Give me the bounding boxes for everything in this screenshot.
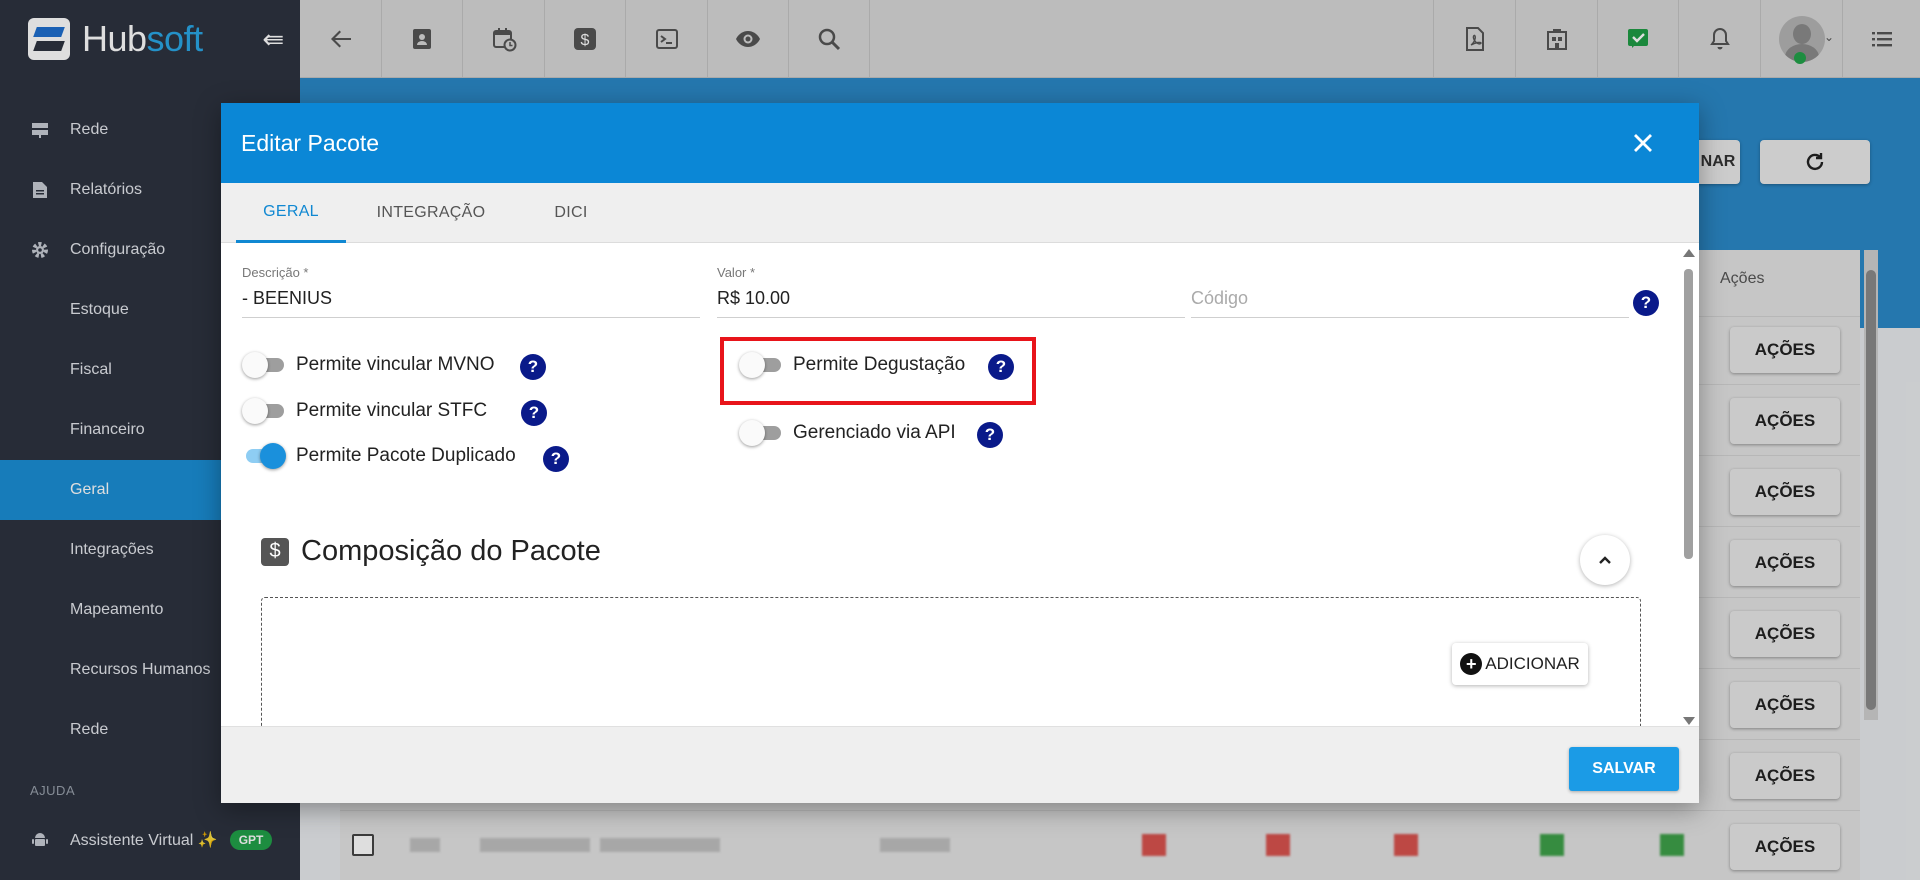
codigo-help-icon[interactable]: ? xyxy=(1633,290,1659,316)
dialog-scrollbar-thumb[interactable] xyxy=(1684,269,1693,559)
valor-label: Valor * xyxy=(717,265,756,280)
valor-value: R$ 10.00 xyxy=(717,288,791,308)
descricao-underline xyxy=(242,317,700,318)
annotation-highlight-box xyxy=(720,337,1036,405)
dialog-body: Descrição * - BEENIUS Valor * R$ 10.00 .… xyxy=(221,243,1699,726)
tab-dici[interactable]: DICI xyxy=(516,183,626,243)
edit-package-dialog: Editar Pacote GERAL INTEGRAÇÃO DICI Desc… xyxy=(221,103,1699,803)
composition-dropzone xyxy=(261,597,1641,726)
close-button[interactable] xyxy=(1627,127,1659,159)
add-item-button[interactable]: + ADICIONAR xyxy=(1452,643,1588,685)
toggle-permite-vincular-mvno[interactable]: Permite vincular MVNO xyxy=(242,351,495,379)
valor-underline xyxy=(717,317,1185,318)
stfc-label: Permite vincular STFC xyxy=(296,400,488,421)
tab-geral[interactable]: GERAL xyxy=(236,183,346,243)
stfc-switch[interactable] xyxy=(242,397,284,425)
duplicado-help-icon[interactable]: ? xyxy=(543,446,569,472)
collapse-section-button[interactable] xyxy=(1580,535,1630,585)
scroll-down-arrow-icon[interactable] xyxy=(1683,717,1695,725)
dialog-footer: SALVAR xyxy=(221,726,1699,803)
codigo-placeholder: Código xyxy=(1191,288,1249,308)
duplicado-label: Permite Pacote Duplicado xyxy=(296,445,516,466)
tab-integracao[interactable]: INTEGRAÇÃO xyxy=(346,183,516,243)
section-title: Composição do Pacote xyxy=(301,535,601,567)
api-label: Gerenciado via API xyxy=(793,422,956,443)
mvno-switch[interactable] xyxy=(242,351,284,379)
descricao-value: - BEENIUS xyxy=(242,288,333,308)
descricao-field[interactable]: Descrição * - BEENIUS xyxy=(242,265,700,318)
dollar-icon: $ xyxy=(261,537,289,566)
dialog-scrollbar[interactable] xyxy=(1682,249,1696,725)
save-button[interactable]: SALVAR xyxy=(1569,747,1679,791)
toggle-gerenciado-via-api[interactable]: Gerenciado via API xyxy=(739,419,956,447)
mvno-help-icon[interactable]: ? xyxy=(520,354,546,380)
plus-circle-icon: + xyxy=(1460,653,1483,675)
codigo-underline xyxy=(1191,317,1629,318)
api-help-icon[interactable]: ? xyxy=(977,422,1003,448)
toggle-permite-pacote-duplicado[interactable]: Permite Pacote Duplicado xyxy=(242,442,516,470)
descricao-label: Descrição * xyxy=(242,265,309,280)
valor-field[interactable]: Valor * R$ 10.00 xyxy=(717,265,1185,318)
close-icon xyxy=(1634,134,1652,152)
dialog-title: Editar Pacote xyxy=(241,129,380,156)
section-composicao: $ Composição do Pacote xyxy=(261,535,601,568)
add-item-label: ADICIONAR xyxy=(1485,654,1580,673)
mvno-label: Permite vincular MVNO xyxy=(296,354,495,375)
stfc-help-icon[interactable]: ? xyxy=(521,400,547,426)
duplicado-switch[interactable] xyxy=(242,442,286,470)
api-switch[interactable] xyxy=(739,419,781,447)
chevron-up-icon xyxy=(1599,556,1611,564)
dialog-tabs: GERAL INTEGRAÇÃO DICI xyxy=(221,183,1699,243)
codigo-field[interactable]: . Código xyxy=(1191,265,1629,318)
dialog-header: Editar Pacote xyxy=(221,103,1699,183)
scroll-up-arrow-icon[interactable] xyxy=(1683,249,1695,257)
toggle-permite-vincular-stfc[interactable]: Permite vincular STFC xyxy=(242,397,487,425)
